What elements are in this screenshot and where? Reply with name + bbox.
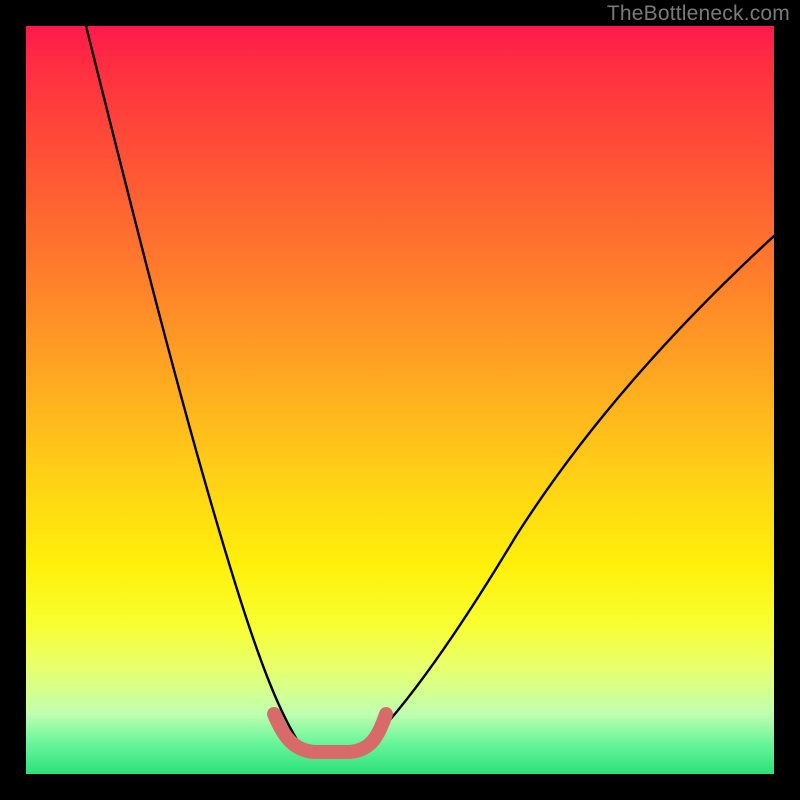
curve-right xyxy=(366,236,774,746)
chart-frame: TheBottleneck.com xyxy=(0,0,800,800)
chart-svg xyxy=(26,26,774,774)
curve-left xyxy=(86,26,301,746)
watermark-text: TheBottleneck.com xyxy=(607,2,790,26)
u-marker xyxy=(274,714,386,752)
chart-plot-area xyxy=(26,26,774,774)
